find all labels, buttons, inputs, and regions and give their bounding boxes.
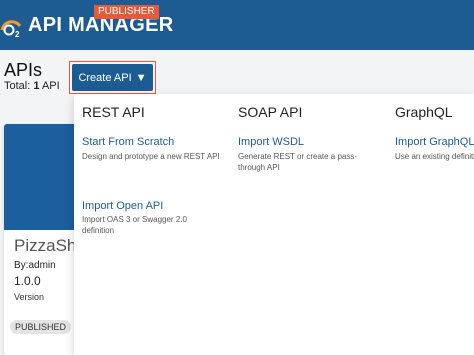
api-version: 1.0.0 [14, 274, 41, 288]
wso2-logo-icon[interactable]: 2 [0, 16, 26, 38]
graphql-heading: GraphQL [395, 104, 453, 120]
create-api-menu: REST API Start From Scratch Design and p… [74, 94, 474, 355]
page-title: APIs [4, 60, 43, 80]
import-wsdl-link[interactable]: Import WSDL [238, 136, 304, 148]
soap-api-heading: SOAP API [238, 104, 303, 120]
api-version-label: Version [14, 292, 45, 302]
total-label: Total: [4, 80, 31, 92]
api-total: Total: 1 API [4, 80, 60, 92]
import-wsdl-desc: Generate REST or create a pass-through A… [238, 152, 358, 172]
start-from-scratch-link[interactable]: Start From Scratch [82, 136, 174, 148]
import-open-api-desc: Import OAS 3 or Swagger 2.0 definition [82, 215, 187, 235]
import-graphql-desc: Use an existing definiti [395, 152, 474, 161]
svg-text:2: 2 [15, 30, 20, 38]
api-author: By:admin [14, 260, 56, 271]
create-api-button[interactable]: Create API ▼ [72, 64, 153, 91]
rest-api-heading: REST API [82, 104, 145, 120]
api-card[interactable]: PizzaSha By:admin 1.0.0 Version PUBLISHE… [4, 124, 84, 355]
caret-down-icon: ▼ [135, 71, 147, 84]
import-graphql-link[interactable]: Import GraphQL [395, 136, 474, 148]
total-count: 1 [33, 80, 40, 92]
total-suffix: API [41, 80, 60, 92]
publisher-badge: PUBLISHER [94, 5, 159, 19]
import-open-api-link[interactable]: Import Open API [82, 200, 163, 212]
create-api-highlight: Create API ▼ [69, 61, 156, 94]
api-thumbnail[interactable] [4, 124, 84, 230]
start-from-scratch-desc: Design and prototype a new REST API [82, 152, 220, 161]
status-badge: PUBLISHED [10, 320, 72, 334]
top-bar: 2 API MANAGER PUBLISHER [0, 0, 474, 50]
create-api-label: Create API [78, 71, 132, 84]
